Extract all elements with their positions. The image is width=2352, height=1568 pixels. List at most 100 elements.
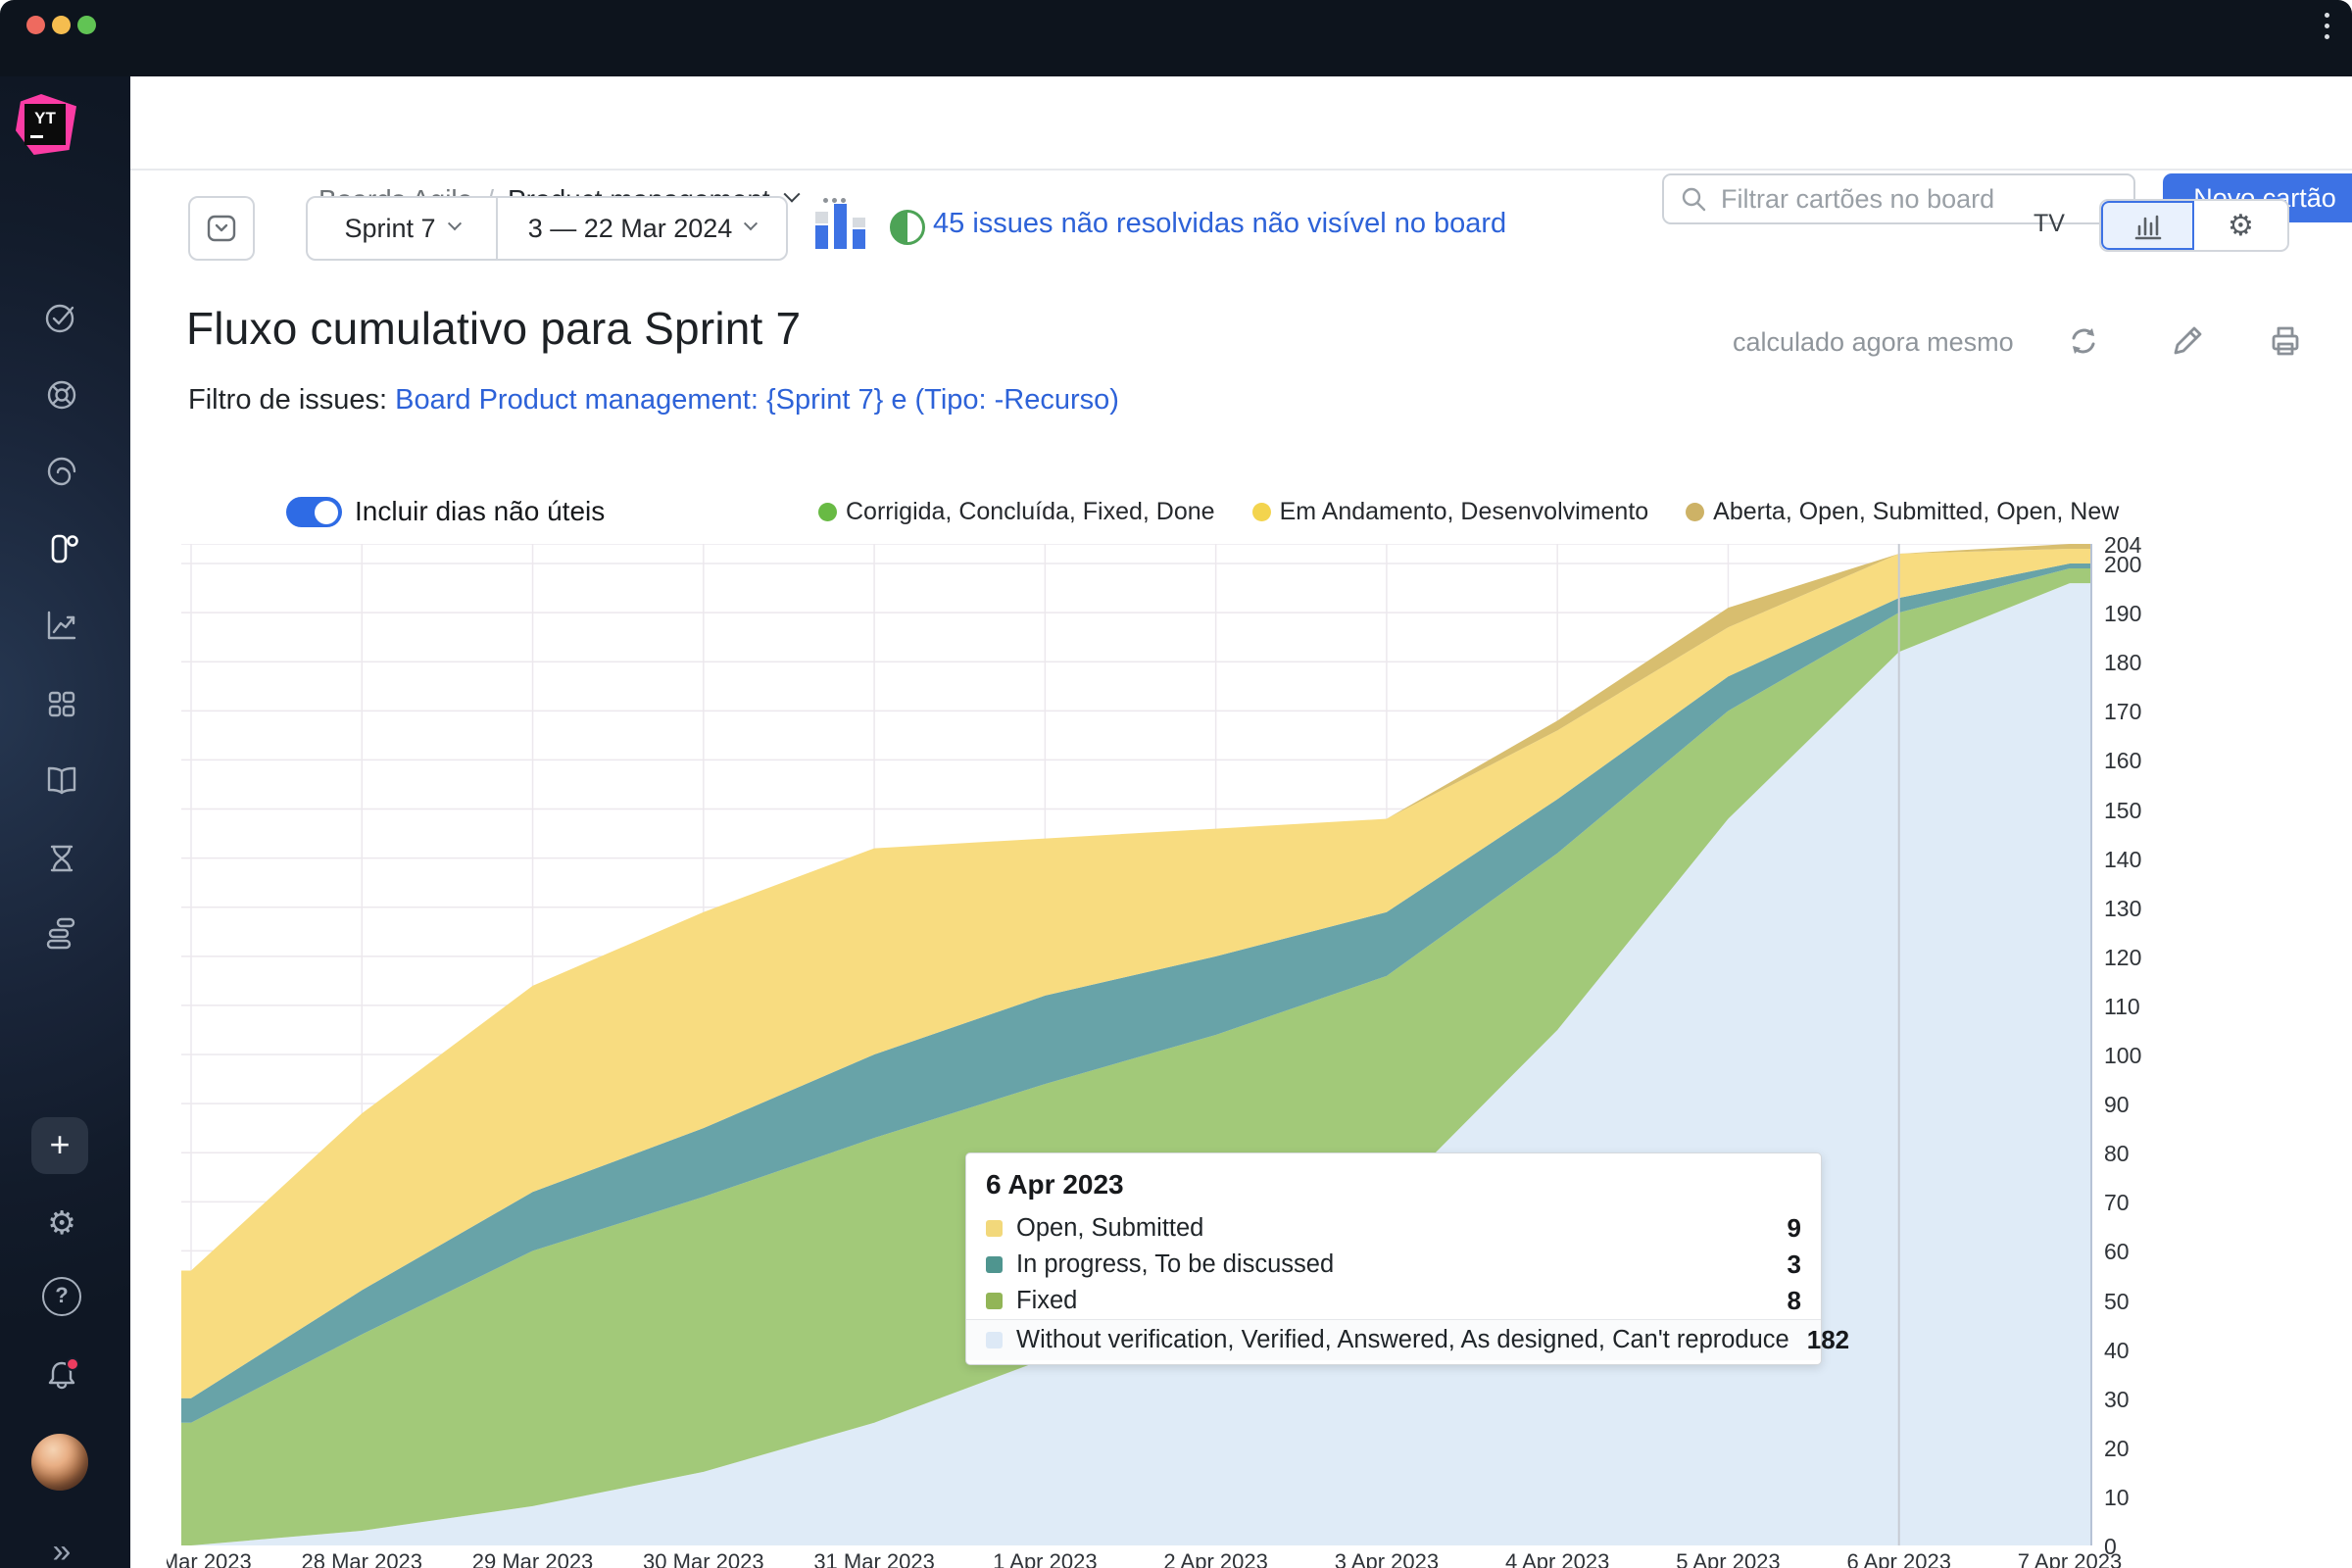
tv-mode-button[interactable]: TV xyxy=(2034,210,2065,238)
tooltip-row: Without verification, Verified, Answered… xyxy=(966,1319,1821,1360)
logo-letters: YT xyxy=(24,104,66,145)
kebab-menu-icon[interactable] xyxy=(2325,13,2330,45)
chart-tooltip: 6 Apr 2023 Open, Submitted 9 In progress… xyxy=(965,1152,1822,1365)
filter-query-link[interactable]: Board Product management: {Sprint 7} e (… xyxy=(395,384,1119,416)
tooltip-row: Open, Submitted 9 xyxy=(966,1210,1821,1247)
y-tick: 50 xyxy=(2104,1289,2173,1315)
expand-sidebar-icon[interactable]: » xyxy=(38,1529,85,1568)
print-icon[interactable] xyxy=(2266,321,2305,361)
y-tick: 10 xyxy=(2104,1485,2173,1511)
date-range-select[interactable]: 3 — 22 Mar 2024 xyxy=(498,198,786,259)
y-tick: 120 xyxy=(2104,945,2173,971)
toggle-label: Incluir dias não úteis xyxy=(355,496,605,527)
notification-dot xyxy=(67,1358,78,1370)
unresolved-issues-link[interactable]: 45 issues não resolvidas não visível no … xyxy=(933,208,1506,240)
board-view-button[interactable] xyxy=(188,196,255,261)
x-tick: 30 Mar 2023 xyxy=(640,1549,767,1568)
cumulative-flow-chart[interactable] xyxy=(181,544,2092,1545)
line-chart-icon xyxy=(42,606,81,645)
y-tick: 140 xyxy=(2104,847,2173,873)
y-tick: 190 xyxy=(2104,601,2173,627)
edit-pencil-icon[interactable] xyxy=(2168,321,2207,361)
zoom-button[interactable] xyxy=(77,16,96,34)
app-header: Boards Agile / Product management Novo c… xyxy=(130,76,2352,171)
sidebar-item-agile-boards-active[interactable] xyxy=(38,525,85,572)
tooltip-date: 6 Apr 2023 xyxy=(966,1167,1821,1210)
swatch-fixed xyxy=(986,1293,1003,1309)
book-icon xyxy=(42,760,81,800)
swatch-open xyxy=(986,1220,1003,1237)
x-tick: 7 Apr 2023 xyxy=(2006,1549,2133,1568)
swatch-resolved xyxy=(986,1332,1003,1348)
hourglass-icon xyxy=(42,839,81,878)
gear-icon: ⚙ xyxy=(2228,209,2254,243)
minimize-button[interactable] xyxy=(52,16,71,34)
x-tick: 28 Mar 2023 xyxy=(298,1549,425,1568)
agile-board-icon xyxy=(42,529,81,568)
legend-item-open: Aberta, Open, Submitted, Open, New xyxy=(1686,498,2119,526)
refresh-icon[interactable] xyxy=(2064,321,2103,361)
y-tick: 20 xyxy=(2104,1436,2173,1462)
more-options-icon[interactable] xyxy=(823,198,846,203)
chart-settings-tab[interactable]: ⚙ xyxy=(2194,201,2287,250)
sprint-select[interactable]: Sprint 7 xyxy=(308,198,498,259)
settings-gear-icon[interactable]: ⚙ xyxy=(38,1200,85,1247)
legend-item-in-progress: Em Andamento, Desenvolvimento xyxy=(1252,498,1649,526)
spiral-icon xyxy=(42,452,81,491)
stacked-bars-icon xyxy=(42,914,81,954)
swatch-in-progress xyxy=(986,1256,1003,1273)
sidebar-item-gantt[interactable] xyxy=(38,910,85,957)
x-tick: 29 Mar 2023 xyxy=(469,1549,597,1568)
board-dropdown-icon xyxy=(202,209,241,248)
y-tick: 130 xyxy=(2104,896,2173,922)
y-tick: 204 xyxy=(2104,532,2173,559)
sprint-chart-icon[interactable] xyxy=(815,204,870,249)
legend-item-fixed: Corrigida, Concluída, Fixed, Done xyxy=(818,498,1215,526)
x-tick: 5 Apr 2023 xyxy=(1664,1549,1791,1568)
include-weekends-toggle-on[interactable] xyxy=(286,497,342,527)
sidebar-item-dashboards[interactable] xyxy=(38,680,85,727)
close-button[interactable] xyxy=(26,16,45,34)
chart-view-tab-selected[interactable] xyxy=(2101,201,2194,250)
sidebar-item-issues[interactable] xyxy=(38,293,85,340)
x-axis-labels: 27 Mar 202328 Mar 202329 Mar 202330 Mar … xyxy=(167,1549,2185,1568)
sidebar: YT xyxy=(0,76,130,1568)
calculated-status: calculado agora mesmo xyxy=(1733,327,2014,358)
youtrack-window: YT xyxy=(0,0,2352,1568)
tooltip-row: In progress, To be discussed 3 xyxy=(966,1247,1821,1283)
y-tick: 180 xyxy=(2104,650,2173,676)
x-tick: 31 Mar 2023 xyxy=(810,1549,938,1568)
sidebar-item-knowledge[interactable] xyxy=(38,448,85,495)
y-tick: 60 xyxy=(2104,1239,2173,1265)
y-tick: 100 xyxy=(2104,1043,2173,1069)
search-icon xyxy=(1680,185,1707,213)
x-tick: 1 Apr 2023 xyxy=(981,1549,1108,1568)
x-tick: 4 Apr 2023 xyxy=(1494,1549,1621,1568)
chart-legend: Corrigida, Concluída, Fixed, Done Em And… xyxy=(818,495,2119,528)
y-tick: 80 xyxy=(2104,1141,2173,1167)
create-button[interactable]: + xyxy=(31,1117,88,1174)
y-tick: 150 xyxy=(2104,798,2173,824)
youtrack-logo[interactable]: YT xyxy=(16,94,76,155)
help-icon[interactable]: ? xyxy=(42,1277,81,1316)
legend-dot-tan xyxy=(1686,503,1704,521)
grid-icon xyxy=(42,684,81,723)
sidebar-item-timesheets[interactable] xyxy=(38,835,85,882)
window-title-bar xyxy=(0,0,2352,76)
sprint-selector-group: Sprint 7 3 — 22 Mar 2024 xyxy=(306,196,788,261)
y-tick: 40 xyxy=(2104,1338,2173,1364)
report-title: Fluxo cumulativo para Sprint 7 xyxy=(186,302,801,355)
sidebar-item-helpdesk[interactable] xyxy=(38,371,85,418)
x-tick: 6 Apr 2023 xyxy=(1836,1549,1963,1568)
y-tick: 70 xyxy=(2104,1190,2173,1216)
y-tick: 110 xyxy=(2104,994,2173,1020)
sprint-progress-icon xyxy=(890,210,925,245)
y-tick: 90 xyxy=(2104,1092,2173,1118)
y-tick: 170 xyxy=(2104,699,2173,725)
y-tick: 160 xyxy=(2104,748,2173,774)
x-tick: 2 Apr 2023 xyxy=(1152,1549,1280,1568)
notifications-bell-icon[interactable] xyxy=(40,1352,83,1396)
sidebar-item-knowledge-base[interactable] xyxy=(38,757,85,804)
sidebar-item-reports[interactable] xyxy=(38,602,85,649)
user-avatar[interactable] xyxy=(31,1434,88,1491)
